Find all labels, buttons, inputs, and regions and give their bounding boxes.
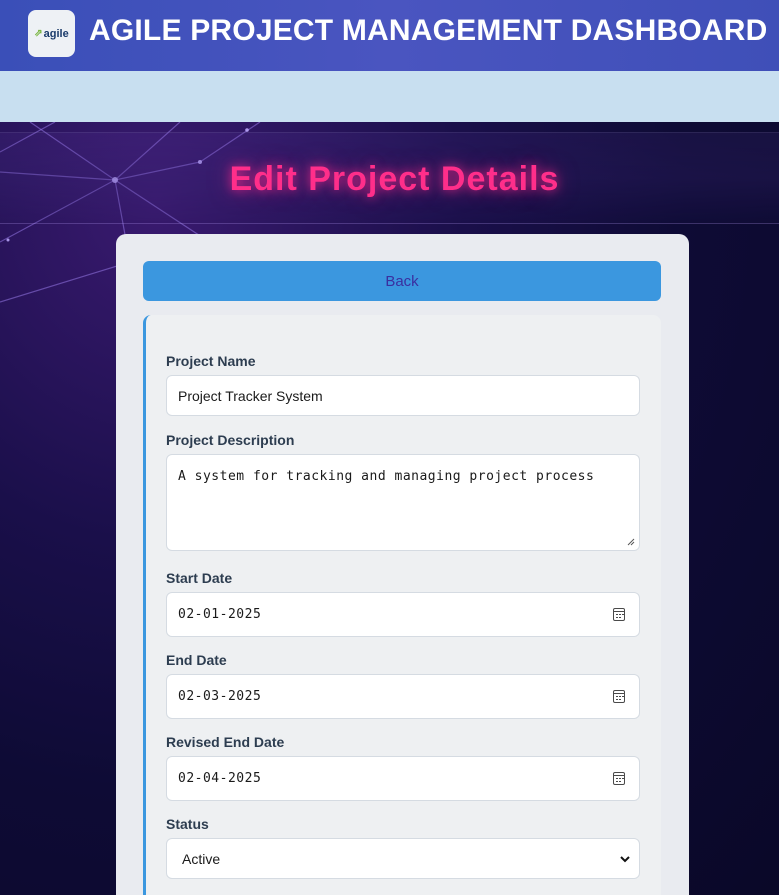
status-label: Status — [166, 816, 209, 832]
project-description-value: A system for tracking and managing proje… — [178, 469, 595, 484]
status-select[interactable]: Active — [166, 838, 640, 879]
navigation-bar — [0, 71, 779, 122]
chevron-down-icon — [620, 855, 630, 862]
project-name-input[interactable]: Project Tracker System — [166, 375, 640, 416]
project-name-value: Project Tracker System — [178, 387, 323, 404]
revised-end-date-value: 02-04-2025 — [178, 771, 262, 786]
calendar-icon[interactable] — [613, 689, 625, 703]
end-date-label: End Date — [166, 652, 227, 668]
project-description-textarea[interactable]: A system for tracking and managing proje… — [166, 454, 640, 551]
project-description-label: Project Description — [166, 432, 295, 448]
revised-end-date-input[interactable]: 02-04-2025 — [166, 756, 640, 801]
app-logo[interactable]: ⇗ agile — [28, 10, 75, 57]
agile-logo-icon: ⇗ — [34, 28, 43, 39]
start-date-input[interactable]: 02-01-2025 — [166, 592, 640, 637]
end-date-input[interactable]: 02-03-2025 — [166, 674, 640, 719]
project-name-label: Project Name — [166, 353, 256, 369]
resize-handle-icon[interactable] — [627, 538, 635, 546]
start-date-label: Start Date — [166, 570, 233, 586]
app-header: ⇗ agile AGILE PROJECT MANAGEMENT DASHBOAR… — [0, 0, 779, 71]
revised-end-date-label: Revised End Date — [166, 734, 285, 750]
app-title: AGILE PROJECT MANAGEMENT DASHBOARD — [89, 14, 768, 47]
status-value: Active — [182, 850, 221, 867]
end-date-value: 02-03-2025 — [178, 689, 262, 704]
back-button[interactable]: Back — [143, 261, 661, 301]
logo-text: agile — [43, 27, 69, 40]
calendar-icon[interactable] — [613, 771, 625, 785]
calendar-icon[interactable] — [613, 607, 625, 621]
start-date-value: 02-01-2025 — [178, 607, 262, 622]
page-title: Edit Project Details — [229, 160, 560, 198]
